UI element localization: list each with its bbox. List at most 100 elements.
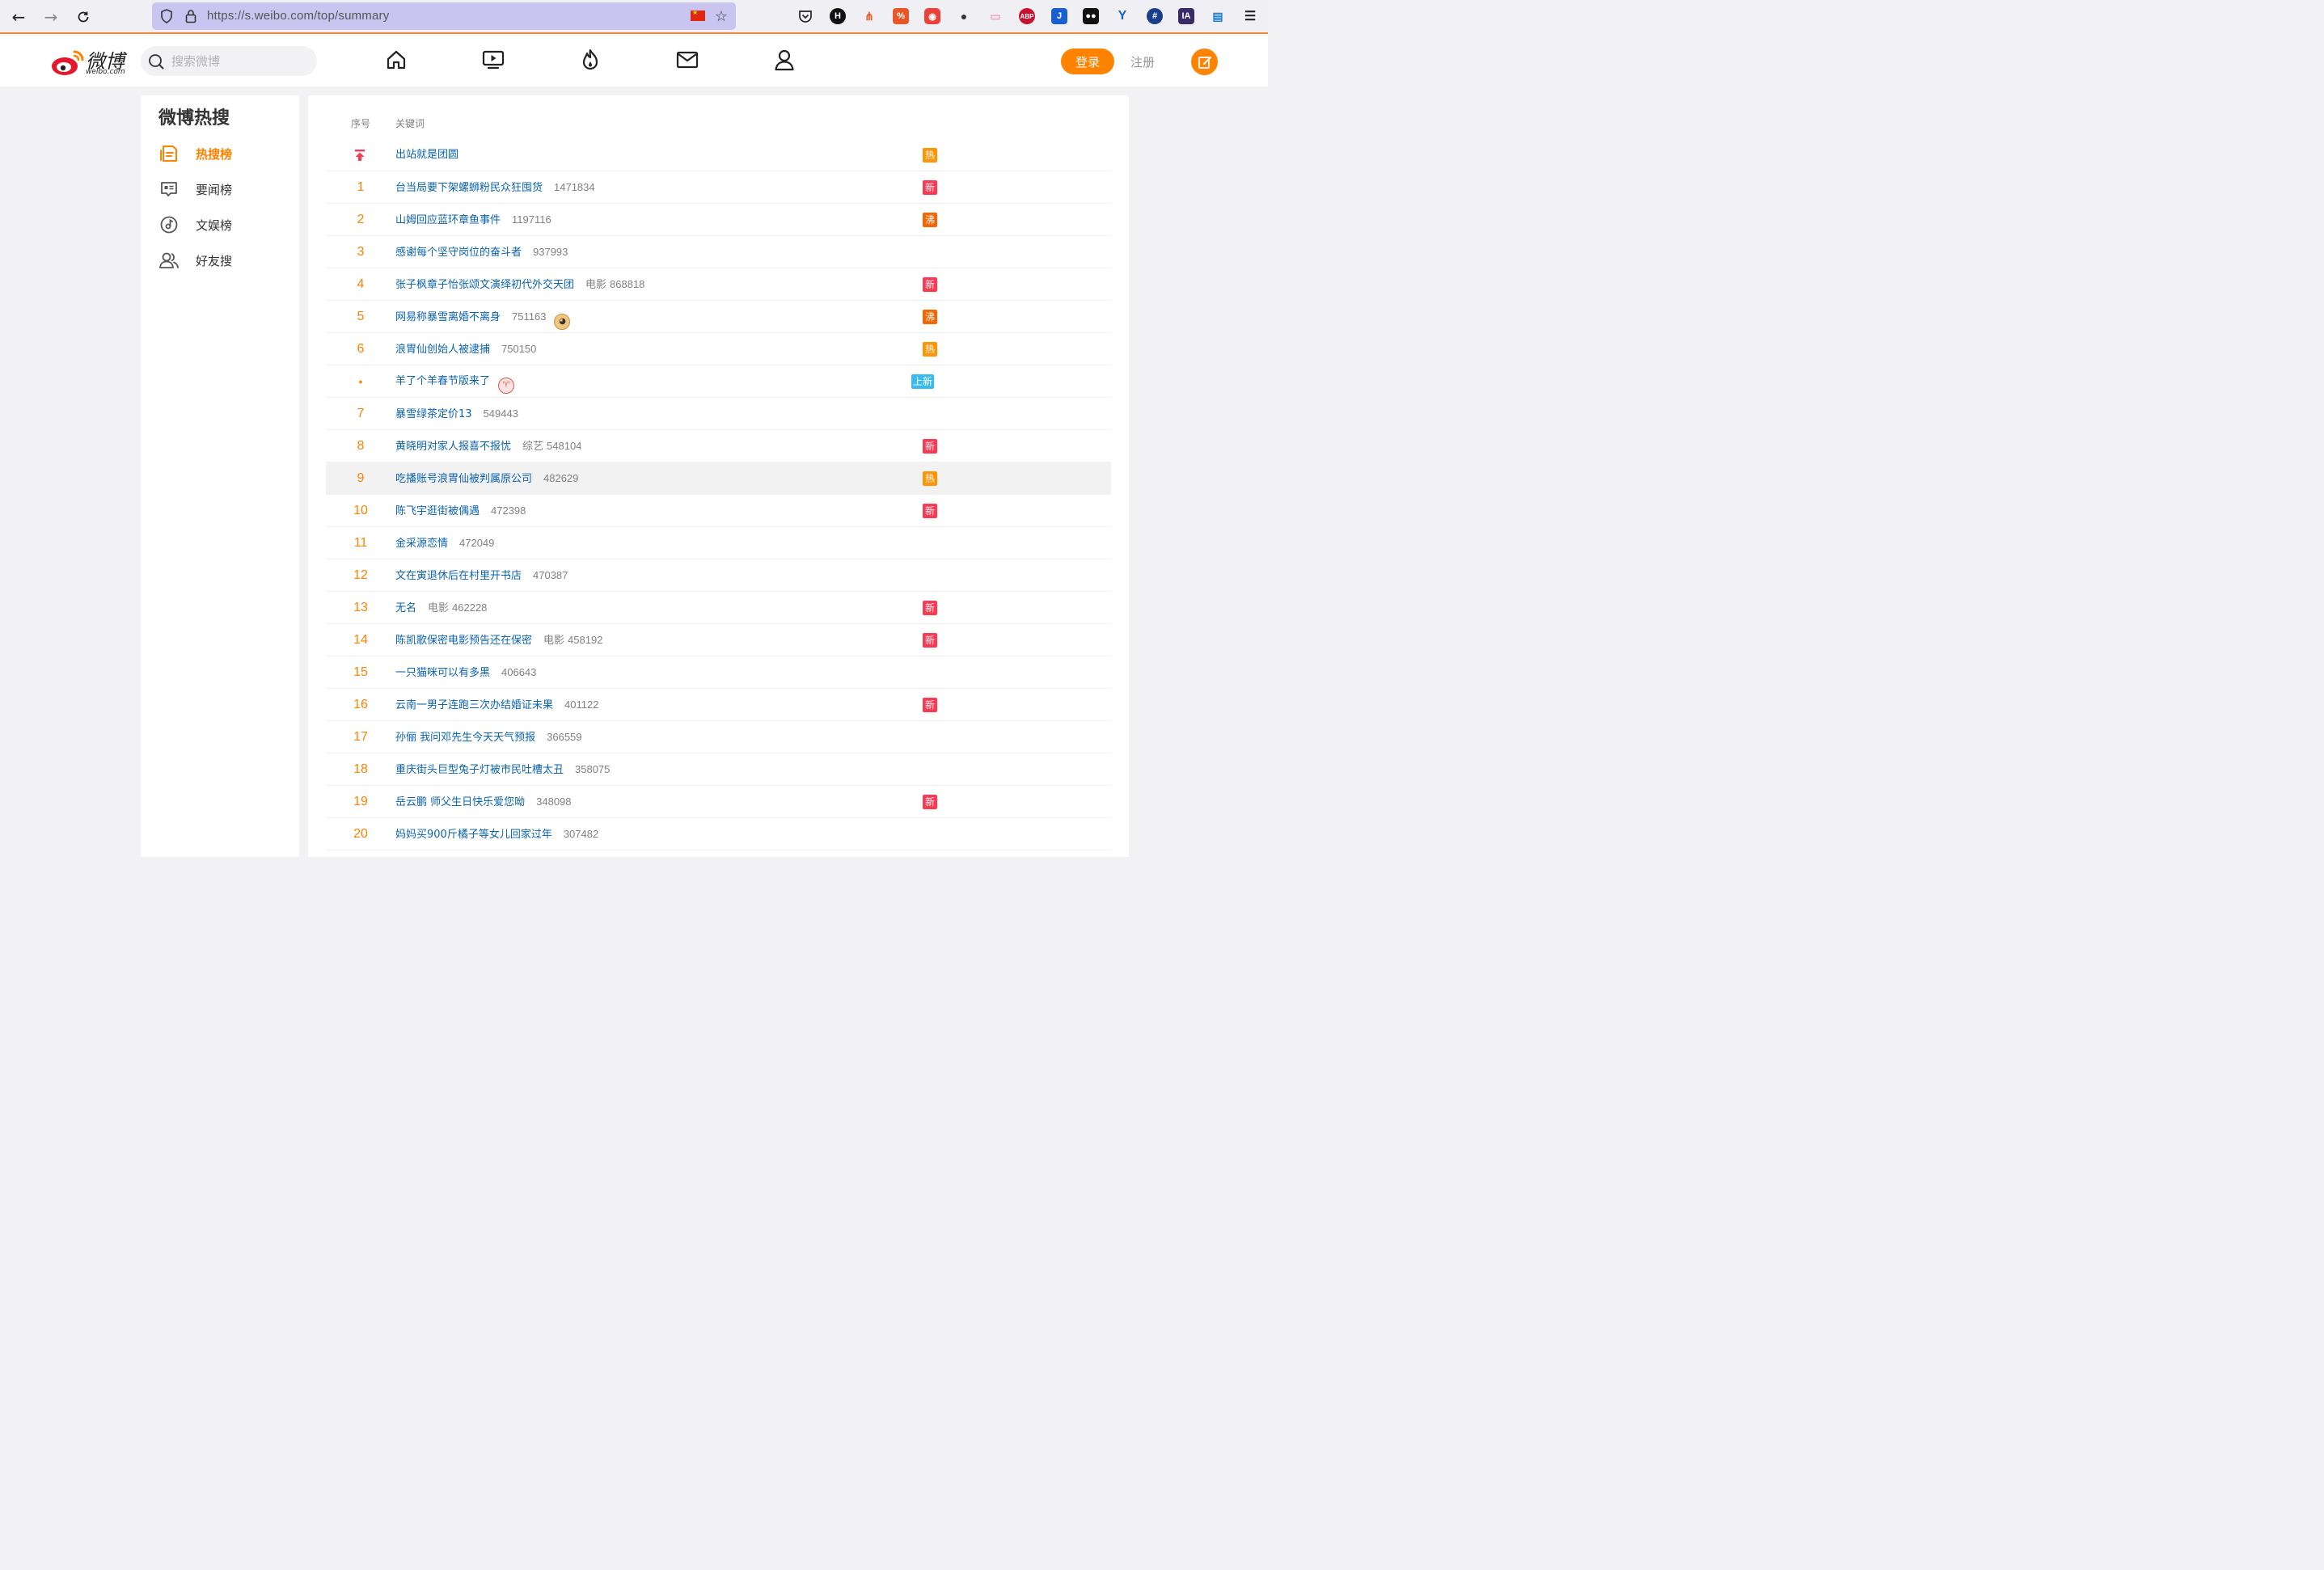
status-badge: 新 <box>923 698 937 712</box>
video-icon[interactable] <box>480 47 506 73</box>
hot-icon[interactable] <box>577 47 603 73</box>
news-icon <box>158 179 180 200</box>
browser-toolbar: ← → https://s.weibo.com/top/summary ☆ H … <box>0 0 1268 34</box>
table-row[interactable]: 出站就是团圆 热 <box>326 139 1111 171</box>
hash-icon[interactable]: # <box>1147 8 1163 24</box>
percent-icon[interactable]: % <box>893 8 909 24</box>
keyword-link[interactable]: 吃播账号浪胃仙被判属原公司 <box>395 473 532 485</box>
camera-icon[interactable]: ◉ <box>924 8 940 24</box>
shield-icon[interactable] <box>158 8 175 24</box>
status-badge: 沸 <box>923 310 937 324</box>
table-row[interactable]: 2 山姆回应蓝环章鱼事件 1197116 沸 <box>326 204 1111 236</box>
sidebar-item-friends[interactable]: 好友搜 <box>158 248 288 272</box>
sidebar-item-hot-list[interactable]: 热搜榜 <box>158 141 288 166</box>
ia-icon[interactable]: IA <box>1178 8 1194 24</box>
doc-icon[interactable]: ▤ <box>1210 8 1226 24</box>
rank-number: 2 <box>357 213 365 226</box>
keyword-link[interactable]: 感谢每个坚守岗位的奋斗者 <box>395 247 522 259</box>
keyword-link[interactable]: 台当局要下架螺蛳粉民众狂囤货 <box>395 182 543 194</box>
table-row[interactable]: 5 网易称暴雪离婚不离身 751163 ◕ 沸 <box>326 301 1111 333</box>
china-flag-icon <box>691 9 705 21</box>
keyword-link[interactable]: 山姆回应蓝环章鱼事件 <box>395 214 501 226</box>
heat-count: 472049 <box>459 537 495 549</box>
tv-icon[interactable]: ▭ <box>987 8 1004 24</box>
table-row[interactable]: 6 浪胃仙创始人被逮捕 750150 热 <box>326 333 1111 365</box>
table-row[interactable]: 18 重庆街头巨型兔子灯被市民吐槽太丑 358075 <box>326 753 1111 786</box>
keyword-link[interactable]: 暴雪绿茶定价13 <box>395 408 472 420</box>
table-row[interactable]: 10 陈飞宇逛街被偶遇 472398 新 <box>326 495 1111 527</box>
keyword-link[interactable]: 一只猫咪可以有多黑 <box>395 667 490 679</box>
table-row[interactable]: • 羊了个羊春节版来了 ♈ 上新 <box>326 365 1111 398</box>
rank-number: 14 <box>353 633 368 647</box>
pocket-icon[interactable] <box>797 8 813 24</box>
table-row[interactable]: 11 金采源恋情 472049 <box>326 527 1111 559</box>
sidebar-item-label: 要闻榜 <box>196 183 233 197</box>
lock-icon[interactable] <box>183 8 199 24</box>
keyword-link[interactable]: 网易称暴雪离婚不离身 <box>395 311 501 323</box>
keyword-link[interactable]: 重庆街头巨型兔子灯被市民吐槽太丑 <box>395 764 564 776</box>
message-icon[interactable] <box>674 47 700 73</box>
keyword-link[interactable]: 黄晓明对家人报喜不报忧 <box>395 441 511 453</box>
search-box[interactable] <box>141 46 317 76</box>
column-header-keyword: 关键词 <box>395 118 425 129</box>
table-row[interactable]: 9 吃播账号浪胃仙被判属原公司 482629 热 <box>326 462 1111 495</box>
search-input[interactable] <box>170 53 311 70</box>
sidebar-item-news[interactable]: 要闻榜 <box>158 177 288 201</box>
table-row[interactable]: 16 云南一男子连跑三次办结婚证未果 401122 新 <box>326 689 1111 721</box>
rank-number: 5 <box>357 310 365 323</box>
keyword-link[interactable]: 岳云鹏 师父生日快乐爱您呦 <box>395 796 525 808</box>
table-row[interactable]: 1 台当局要下架螺蛳粉民众狂囤货 1471834 新 <box>326 171 1111 204</box>
table-row[interactable]: 3 感谢每个坚守岗位的奋斗者 937993 <box>326 236 1111 268</box>
keyword-link[interactable]: 陈飞宇逛街被偶遇 <box>395 505 480 517</box>
bookmark-star-icon[interactable]: ☆ <box>713 8 729 25</box>
keyword-link[interactable]: 出站就是团圆 <box>395 149 458 161</box>
heat-count: 348098 <box>536 796 572 808</box>
keyword-link[interactable]: 文在寅退休后在村里开书店 <box>395 570 522 582</box>
profile-icon[interactable] <box>771 47 797 73</box>
reload-icon[interactable] <box>73 6 94 27</box>
heat-count: 401122 <box>564 698 599 711</box>
keyword-link[interactable]: 无名 <box>395 602 416 614</box>
back-icon[interactable]: ← <box>8 6 29 27</box>
menu-icon[interactable]: ☰ <box>1242 8 1258 24</box>
forward-icon[interactable]: → <box>40 6 61 27</box>
keyword-link[interactable]: 金采源恋情 <box>395 538 448 550</box>
table-row[interactable]: 20 妈妈买900斤橘子等女儿回家过年 307482 <box>326 818 1111 850</box>
home-icon[interactable] <box>383 47 409 73</box>
table-row[interactable]: 14 陈凯歌保密电影预告还在保密 电影 458192 新 <box>326 624 1111 656</box>
keyword-link[interactable]: 孙俪 我问邓先生今天天气预报 <box>395 732 535 744</box>
glasses-icon[interactable]: ●● <box>1083 8 1099 24</box>
sidebar-item-entertainment[interactable]: 文娱榜 <box>158 213 288 237</box>
heat-count: 1197116 <box>512 213 551 226</box>
table-row[interactable]: 4 张子枫章子怡张颂文演绎初代外交天团 电影 868818 新 <box>326 268 1111 301</box>
table-row[interactable]: 12 文在寅退休后在村里开书店 470387 <box>326 559 1111 592</box>
tree-icon[interactable]: ⋔ <box>861 8 877 24</box>
url-text[interactable]: https://s.weibo.com/top/summary <box>207 9 389 23</box>
keyword-link[interactable]: 陈凯歌保密电影预告还在保密 <box>395 635 532 647</box>
keyword-link[interactable]: 浪胃仙创始人被逮捕 <box>395 344 490 356</box>
keyword-link[interactable]: 妈妈买900斤橘子等女儿回家过年 <box>395 829 552 841</box>
h-icon[interactable]: H <box>830 8 846 24</box>
rank-number: 9 <box>357 471 365 485</box>
adblock-icon[interactable]: ABP <box>1019 8 1035 24</box>
register-link[interactable]: 注册 <box>1130 53 1155 70</box>
login-button[interactable]: 登录 <box>1061 49 1114 74</box>
sidebar-item-label: 文娱榜 <box>196 218 233 233</box>
table-row[interactable]: 8 黄晓明对家人报喜不报忧 综艺 548104 新 <box>326 430 1111 462</box>
search-icon[interactable] <box>147 53 165 74</box>
keyword-link[interactable]: 羊了个羊春节版来了 <box>395 375 490 387</box>
j-icon[interactable]: J <box>1051 8 1067 24</box>
address-bar[interactable]: https://s.weibo.com/top/summary ☆ <box>152 2 736 30</box>
keyword-link[interactable]: 云南一男子连跑三次办结婚证未果 <box>395 699 553 711</box>
table-row[interactable]: 7 暴雪绿茶定价13 549443 <box>326 398 1111 430</box>
keyword-cell: 出站就是团圆 <box>395 139 458 171</box>
table-row[interactable]: 13 无名 电影 462228 新 <box>326 592 1111 624</box>
v-icon[interactable]: Y <box>1114 8 1130 24</box>
dots-icon[interactable]: ● <box>956 8 972 24</box>
table-row[interactable]: 15 一只猫咪可以有多黑 406643 <box>326 656 1111 689</box>
table-row[interactable]: 17 孙俪 我问邓先生今天天气预报 366559 <box>326 721 1111 753</box>
table-row[interactable]: 19 岳云鹏 师父生日快乐爱您呦 348098 新 <box>326 786 1111 818</box>
compose-button[interactable] <box>1191 49 1218 75</box>
weibo-logo[interactable]: 微博 weibo.com <box>50 44 131 79</box>
keyword-link[interactable]: 张子枫章子怡张颂文演绎初代外交天团 <box>395 279 574 291</box>
